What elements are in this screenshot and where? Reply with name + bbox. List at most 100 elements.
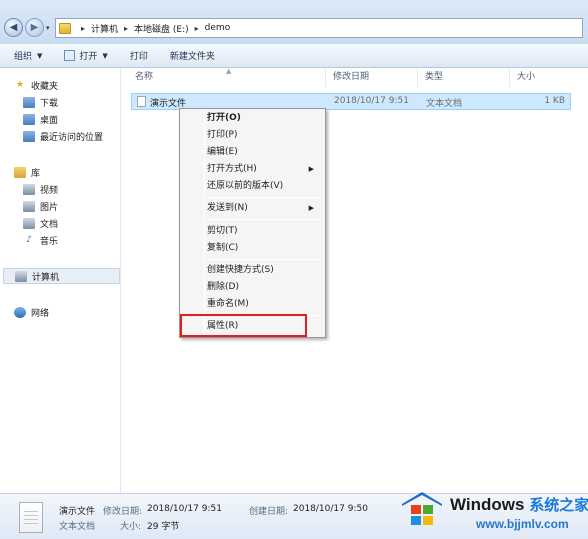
file-modified: 2018/10/17 9:51 (334, 96, 409, 106)
column-header-name[interactable]: 名称 (128, 68, 326, 87)
nav-item-recent[interactable]: 最近访问的位置 (23, 128, 144, 144)
open-label: 打开 (79, 52, 98, 62)
nav-item-label: 收藏夹 (31, 81, 59, 92)
menu-item-restore[interactable]: 还原以前的版本(V) (207, 178, 322, 194)
library-icon (14, 166, 26, 178)
organize-label: 组织 (14, 52, 33, 62)
breadcrumb-folder[interactable]: demo (205, 23, 231, 33)
text-file-large-icon (19, 502, 43, 533)
breadcrumb-drive[interactable]: 本地磁盘 (E:) (134, 22, 189, 35)
context-menu: 打开(O) 打印(P) 编辑(E) 打开方式(H) ▶ 还原以前的版本(V) 发… (179, 108, 326, 338)
watermark-title-en: Windows (450, 495, 525, 514)
chevron-right-icon[interactable]: ▸ (195, 24, 199, 33)
network-icon (14, 306, 26, 318)
nav-item-videos[interactable]: 视频 (23, 181, 144, 197)
menu-item-rename[interactable]: 重命名(M) (207, 296, 322, 312)
forward-button[interactable]: ▶ (25, 18, 44, 37)
menu-separator (207, 197, 321, 198)
star-icon: ★ (15, 80, 25, 90)
document-icon (23, 217, 35, 229)
chevron-right-icon[interactable]: ▸ (124, 24, 128, 33)
details-created-value: 2018/10/17 9:50 (293, 504, 368, 514)
nav-item-label: 网络 (31, 308, 50, 319)
column-header-modified[interactable]: 修改日期 (326, 68, 418, 87)
nav-item-favorites[interactable]: ★ 收藏夹 (14, 77, 135, 93)
details-file-name: 演示文件 (59, 507, 96, 517)
menu-gutter (204, 111, 205, 335)
column-header-type[interactable]: 类型 (418, 68, 510, 87)
nav-item-label: 音乐 (40, 236, 59, 247)
text-file-icon (137, 96, 146, 107)
file-type: 文本文档 (426, 99, 463, 109)
recent-places-icon (23, 130, 35, 142)
watermark-title-cn: 系统之家 (529, 497, 588, 514)
print-label: 打印 (129, 52, 148, 62)
nav-item-label: 文档 (40, 219, 59, 230)
column-header-size[interactable]: 大小 (510, 68, 570, 87)
nav-item-music[interactable]: ♪ 音乐 (23, 232, 144, 248)
organize-button[interactable]: 组织 ▼ (14, 49, 43, 63)
details-size-label: 大小: (120, 522, 142, 532)
submenu-arrow-icon: ▶ (308, 204, 314, 212)
address-row: ◀ ▶ ▾ ▸ 计算机 ▸ 本地磁盘 (E:) ▸ demo (0, 0, 588, 44)
nav-item-label: 视频 (40, 185, 59, 196)
open-button[interactable]: 打开 ▼ (64, 49, 108, 62)
menu-item-edit[interactable]: 编辑(E) (207, 144, 322, 160)
address-bar[interactable]: ▸ 计算机 ▸ 本地磁盘 (E:) ▸ demo (55, 18, 583, 38)
nav-item-libraries[interactable]: 库 (14, 164, 135, 180)
nav-item-label: 桌面 (40, 115, 59, 126)
nav-item-desktop[interactable]: 桌面 (23, 111, 144, 127)
details-file-type: 文本文档 (59, 522, 96, 532)
back-arrow-icon: ◀ (9, 22, 18, 33)
watermark: Windows 系统之家 www.bjjmlv.com (388, 484, 588, 539)
nav-item-pictures[interactable]: 图片 (23, 198, 144, 214)
menu-item-label: 发送到(N) (207, 203, 248, 213)
chevron-down-icon: ▼ (37, 51, 43, 60)
new-folder-button[interactable]: 新建文件夹 (170, 49, 215, 62)
highlight-annotation-box (180, 314, 307, 337)
back-button[interactable]: ◀ (4, 18, 23, 37)
submenu-arrow-icon: ▶ (308, 165, 314, 173)
nav-item-label: 最近访问的位置 (40, 132, 104, 143)
menu-item-copy[interactable]: 复制(C) (207, 240, 322, 256)
nav-item-label: 计算机 (32, 272, 60, 283)
forward-arrow-icon: ▶ (30, 22, 39, 33)
watermark-url: www.bjjmlv.com (476, 517, 569, 531)
menu-item-open[interactable]: 打开(O) (207, 110, 322, 126)
menu-separator (207, 259, 321, 260)
nav-item-network[interactable]: 网络 (14, 304, 135, 320)
menu-item-send-to[interactable]: 发送到(N) ▶ (207, 200, 322, 216)
nav-item-label: 库 (31, 168, 41, 179)
folder-icon (59, 22, 71, 34)
desktop-icon (23, 113, 35, 125)
command-bar: 组织 ▼ 打开 ▼ 打印 新建文件夹 (0, 44, 588, 68)
nav-item-documents[interactable]: 文档 (23, 215, 144, 231)
menu-item-print[interactable]: 打印(P) (207, 127, 322, 143)
print-button[interactable]: 打印 (130, 49, 148, 62)
menu-item-delete[interactable]: 删除(D) (207, 279, 322, 295)
navigation-pane: ★ 收藏夹 下载 桌面 最近访问的位置 库 视频 图片 文档 ♪ 音乐 计算机 … (0, 68, 121, 493)
nav-item-downloads[interactable]: 下载 (23, 94, 144, 110)
nav-item-label: 图片 (40, 202, 59, 213)
details-created-label: 创建日期: (249, 507, 289, 517)
menu-item-label: 打开方式(H) (207, 164, 257, 174)
menu-item-create-shortcut[interactable]: 创建快捷方式(S) (207, 262, 322, 278)
computer-icon (15, 270, 27, 282)
details-modified-value: 2018/10/17 9:51 (147, 504, 222, 514)
breadcrumb-computer[interactable]: 计算机 (91, 22, 118, 35)
chevron-right-icon[interactable]: ▸ (81, 24, 85, 33)
details-modified-label: 修改日期: (103, 507, 143, 517)
column-header-row: ▲ 名称 修改日期 类型 大小 (122, 67, 588, 87)
watermark-title: Windows 系统之家 (450, 494, 588, 515)
menu-item-cut[interactable]: 剪切(T) (207, 223, 322, 239)
recent-pages-dropdown[interactable]: ▾ (46, 24, 52, 32)
downloads-folder-icon (23, 96, 35, 108)
details-size-value: 29 字节 (147, 522, 180, 532)
windows-logo-icon (402, 492, 442, 525)
explorer-window: ◀ ▶ ▾ ▸ 计算机 ▸ 本地磁盘 (E:) ▸ demo 组织 ▼ 打开 ▼… (0, 0, 588, 539)
picture-icon (23, 200, 35, 212)
menu-item-open-with[interactable]: 打开方式(H) ▶ (207, 161, 322, 177)
menu-separator (207, 219, 321, 220)
nav-item-computer[interactable]: 计算机 (3, 268, 120, 284)
nav-item-label: 下载 (40, 98, 59, 109)
